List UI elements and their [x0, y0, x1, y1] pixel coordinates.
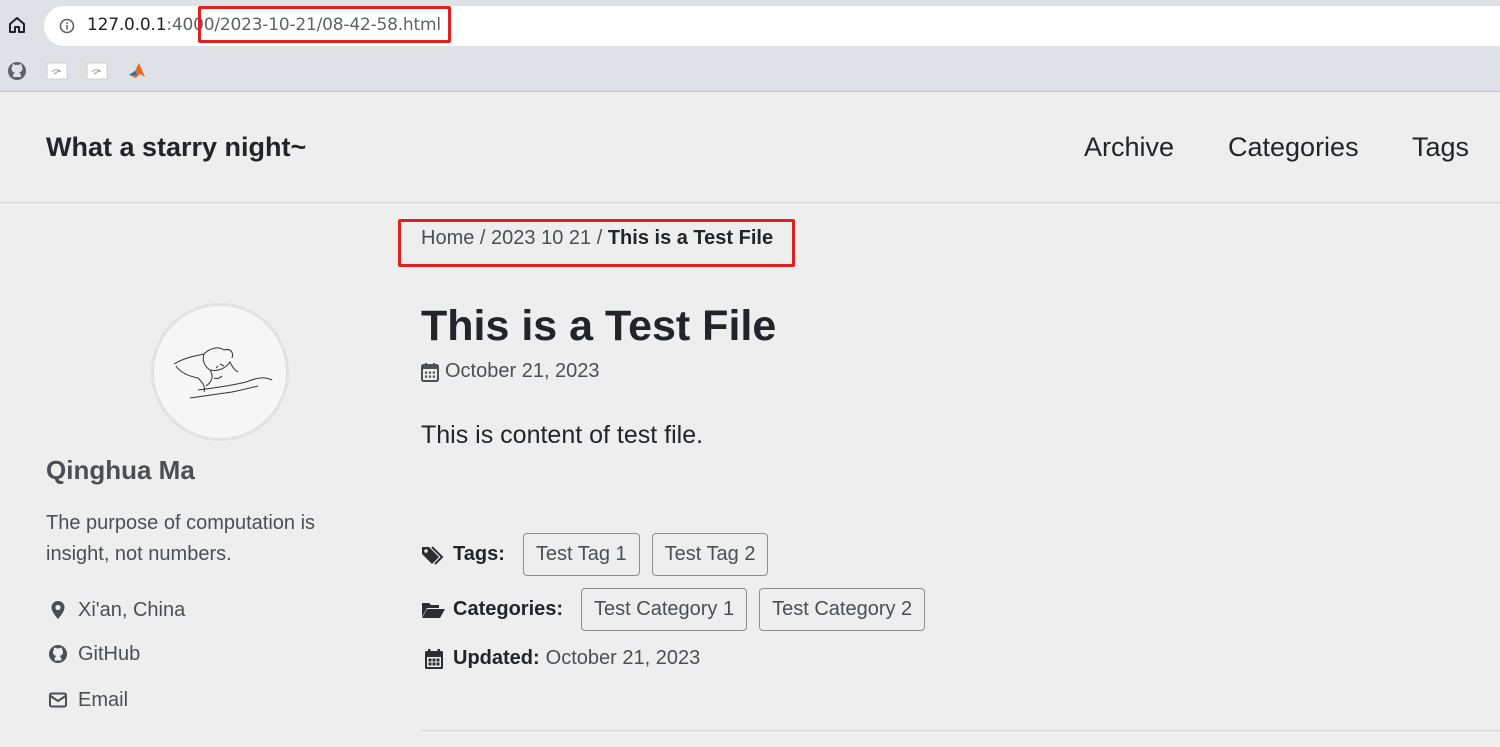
author-location-label: Xi'an, China: [78, 598, 186, 621]
author-location: Xi'an, China: [48, 597, 185, 623]
page-bookmark-icon[interactable]: [46, 60, 68, 82]
calendar-icon: [421, 362, 439, 382]
author-name: Qinghua Ma: [46, 455, 195, 485]
url-highlight-box: [198, 6, 451, 43]
avatar-sketch-image: [173, 347, 273, 399]
post-date-text: October 21, 2023: [445, 360, 600, 382]
matlab-bookmark-icon[interactable]: [126, 60, 148, 82]
nav-categories[interactable]: Categories: [1228, 132, 1359, 163]
category-pill[interactable]: Test Category 2: [759, 588, 926, 631]
envelope-icon: [49, 692, 67, 708]
github-icon: [49, 645, 67, 663]
post-title: This is a Test File: [421, 302, 777, 350]
site-title-link[interactable]: What a starry night~: [46, 132, 306, 163]
post-body: This is content of test file.: [421, 421, 704, 449]
site-header: What a starry night~ Archive Categories …: [0, 92, 1500, 203]
tags-label: Tags:: [453, 543, 505, 565]
github-bookmark-icon[interactable]: [6, 60, 28, 82]
url-host: 127.0.0.1: [87, 15, 167, 35]
info-icon[interactable]: [59, 18, 75, 34]
bookmarks-bar: [0, 52, 1500, 92]
author-github-link[interactable]: GitHub: [48, 641, 140, 667]
author-github-label: GitHub: [78, 642, 141, 665]
updated-row: Updated: October 21, 2023: [421, 647, 700, 670]
breadcrumb-highlight-box: [398, 219, 795, 267]
tag-pill[interactable]: Test Tag 1: [522, 533, 640, 576]
author-email-link[interactable]: Email: [48, 687, 128, 713]
divider: [421, 730, 1500, 731]
home-icon[interactable]: [6, 14, 28, 36]
author-email-label: Email: [78, 688, 129, 711]
categories-row: Categories: Test Category 1 Test Categor…: [421, 588, 937, 631]
author-bio: The purpose of computation is insight, n…: [46, 512, 316, 565]
updated-label: Updated:: [453, 647, 540, 669]
page-bookmark-icon[interactable]: [86, 60, 108, 82]
updated-date: October 21, 2023: [545, 647, 701, 669]
nav-tags[interactable]: Tags: [1412, 132, 1469, 163]
tag-pill[interactable]: Test Tag 2: [651, 533, 769, 576]
categories-label: Categories:: [453, 598, 564, 620]
nav-archive[interactable]: Archive: [1084, 132, 1174, 163]
tags-row: Tags: Test Tag 1 Test Tag 2: [421, 533, 780, 576]
tags-icon: [422, 545, 444, 565]
post-date: October 21, 2023: [421, 360, 600, 383]
map-marker-icon: [51, 601, 65, 619]
avatar: [151, 303, 289, 441]
browser-toolbar: 127.0.0.1:4000/2023-10-21/08-42-58.html: [0, 0, 1500, 52]
folder-open-icon: [422, 602, 445, 618]
calendar-icon: [425, 648, 443, 669]
category-pill[interactable]: Test Category 1: [581, 588, 748, 631]
